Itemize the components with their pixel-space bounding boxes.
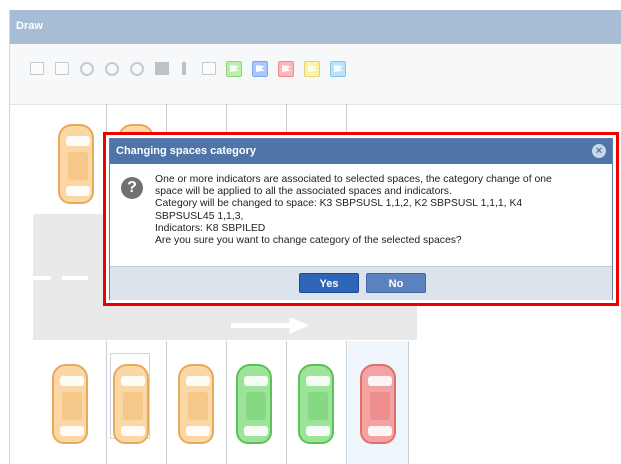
highlight-frame: Changing spaces category × ? One or more…	[103, 132, 619, 306]
car-roof	[246, 392, 266, 420]
info-icon[interactable]	[182, 62, 186, 75]
windshield	[121, 376, 145, 386]
dialog-footer: Yes No	[110, 266, 612, 300]
parked-car[interactable]	[360, 364, 396, 444]
lane-dash	[33, 276, 51, 280]
no-button[interactable]: No	[366, 273, 426, 293]
fill-icon[interactable]	[155, 62, 169, 75]
zoom-in-icon[interactable]	[80, 62, 94, 76]
car-roof	[188, 392, 208, 420]
slot-divider	[106, 341, 107, 464]
windshield	[60, 376, 84, 386]
edit-icon[interactable]	[30, 62, 44, 75]
select-icon[interactable]	[55, 62, 69, 75]
confirm-dialog: Changing spaces category × ? One or more…	[109, 138, 613, 300]
parked-car[interactable]	[236, 364, 272, 444]
calendar-icon[interactable]	[202, 62, 216, 75]
windshield	[306, 376, 330, 386]
zoom-out-icon[interactable]	[105, 62, 119, 76]
slot-divider	[226, 341, 227, 464]
car-roof	[370, 392, 390, 420]
car-roof	[308, 392, 328, 420]
question-icon: ?	[121, 177, 143, 199]
car-roof	[123, 392, 143, 420]
message-line: space will be applied to all the associa…	[155, 186, 452, 198]
rear-window	[306, 426, 330, 436]
car-roof	[62, 392, 82, 420]
flag-red-icon[interactable]	[278, 61, 294, 77]
lane-dash	[62, 276, 88, 280]
rear-window	[244, 426, 268, 436]
flag-blue-icon[interactable]	[252, 61, 268, 77]
message-line: SBPSUSL45 1,1,3,	[155, 210, 244, 222]
windshield	[66, 136, 90, 146]
parked-car[interactable]	[178, 364, 214, 444]
windshield	[368, 376, 392, 386]
close-icon[interactable]: ×	[592, 144, 606, 158]
rear-window	[66, 186, 90, 196]
flag-green-icon[interactable]	[226, 61, 242, 77]
slot-divider	[166, 341, 167, 464]
flag-lightblue-icon[interactable]	[330, 61, 346, 77]
slot-divider	[408, 341, 409, 464]
slot-divider	[346, 341, 347, 464]
rear-window	[121, 426, 145, 436]
parked-car[interactable]	[298, 364, 334, 444]
rear-window	[60, 426, 84, 436]
parked-car[interactable]	[52, 364, 88, 444]
message-line: One or more indicators are associated to…	[155, 174, 552, 185]
parked-car[interactable]	[58, 124, 94, 204]
zoom-fit-icon[interactable]	[130, 62, 144, 76]
dialog-message: One or more indicators are associated to…	[155, 174, 607, 247]
windshield	[244, 376, 268, 386]
windshield	[186, 376, 210, 386]
window-title: Draw	[16, 20, 43, 32]
message-line: Category will be changed to space: K3 SB…	[155, 198, 523, 210]
dialog-title: Changing spaces category	[116, 145, 256, 157]
flag-yellow-icon[interactable]	[304, 61, 320, 77]
parked-car[interactable]	[113, 364, 149, 444]
car-roof	[68, 152, 88, 180]
yes-button[interactable]: Yes	[299, 273, 359, 293]
slot-divider	[286, 341, 287, 464]
message-line: Are you sure you want to change category…	[155, 235, 462, 247]
rear-window	[368, 426, 392, 436]
toolbar	[10, 44, 621, 105]
dialog-header: Changing spaces category ×	[110, 139, 612, 164]
message-line: Indicators: K8 SBPILED	[155, 222, 266, 234]
rear-window	[186, 426, 210, 436]
window-title-bar: Draw	[10, 10, 621, 44]
